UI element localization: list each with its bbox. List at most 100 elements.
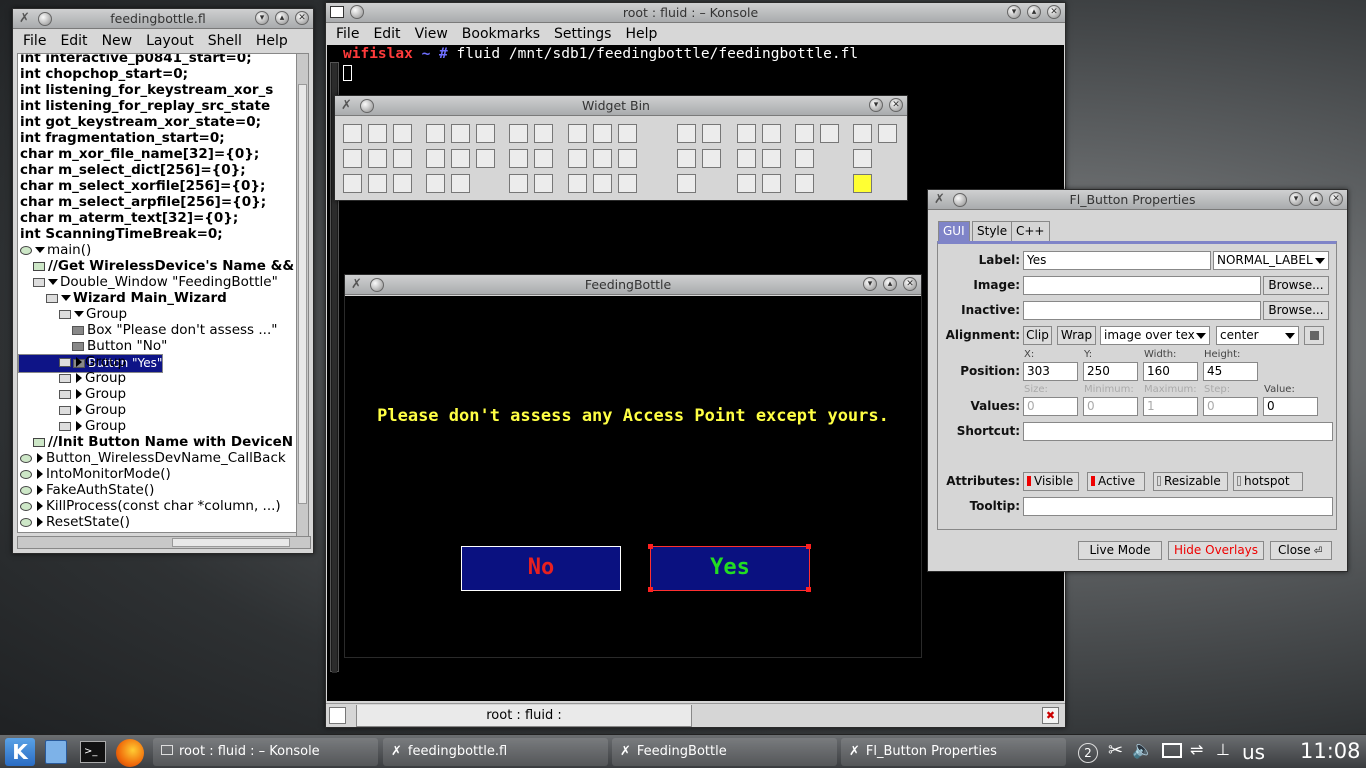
tree-item[interactable]: IntoMonitorMode() [18,466,300,482]
palette-widget-icon[interactable] [509,174,528,193]
close-icon[interactable]: ✕ [903,277,917,291]
tree-item[interactable]: char m_select_arpfile[256]={0}; [18,194,300,210]
palette-widget-icon[interactable] [702,124,721,143]
palette-widget-icon[interactable] [618,149,637,168]
collapsed-triangle-icon[interactable] [76,421,82,431]
menu-view[interactable]: View [409,23,454,45]
menu-settings[interactable]: Settings [548,23,617,45]
collapsed-triangle-icon[interactable] [37,469,43,479]
menu-file[interactable]: File [330,23,365,45]
tree-item[interactable]: Group [18,306,300,322]
tab-cpp[interactable]: C++ [1011,221,1050,241]
close-icon[interactable]: ✕ [889,98,903,112]
visible-toggle[interactable]: Visible [1023,472,1079,491]
tree-item[interactable]: int got_keystream_xor_state=0; [18,114,300,130]
minimize-icon[interactable]: ▾ [863,277,877,291]
collapsed-triangle-icon[interactable] [76,389,82,399]
palette-widget-icon[interactable] [476,124,495,143]
tree-item[interactable]: Wizard Main_Wizard [18,290,300,306]
tree-item[interactable]: int ScanningTimeBreak=0; [18,226,300,242]
palette-widget-icon[interactable] [618,124,637,143]
palette-widget-icon[interactable] [368,174,387,193]
palette-widget-icon[interactable] [509,149,528,168]
task-feedingbottle-fl[interactable]: ✗ feedingbottle.fl [383,738,608,766]
kde-menu-icon[interactable]: K [5,738,35,766]
expanded-triangle-icon[interactable] [48,279,58,285]
tab-gui[interactable]: GUI [938,221,970,241]
minimize-icon[interactable]: ▾ [1289,192,1303,206]
tree-item[interactable]: char m_select_dict[256]={0}; [18,162,300,178]
palette-widget-icon[interactable] [343,149,362,168]
collapsed-triangle-icon[interactable] [37,453,43,463]
palette-widget-icon[interactable] [593,149,612,168]
palette-widget-icon[interactable] [568,124,587,143]
wrap-button[interactable]: Wrap [1057,326,1096,345]
palette-widget-icon[interactable] [451,124,470,143]
resizable-toggle[interactable]: Resizable [1153,472,1228,491]
tree-item[interactable]: char m_xor_file_name[32]={0}; [18,146,300,162]
palette-widget-icon[interactable] [368,124,387,143]
palette-widget-icon[interactable] [795,149,814,168]
desktop-switcher[interactable]: 2 [1078,743,1098,763]
palette-widget-icon[interactable] [393,174,412,193]
menu-edit[interactable]: Edit [54,30,93,52]
y-input[interactable]: 250 [1083,362,1138,381]
fluid-titlebar[interactable]: ✗ feedingbottle.fl ▾ ▴ ✕ [13,9,313,29]
tree-item[interactable]: //Init Button Name with DeviceN [18,434,300,450]
feedingbottle-titlebar[interactable]: ✗ FeedingBottle ▾ ▴ ✕ [345,275,921,295]
usb-icon[interactable]: ⇌ [1190,740,1203,759]
window-menu-icon[interactable] [953,192,967,207]
image-align-select[interactable]: image over tex [1100,326,1210,345]
vscroll-thumb[interactable] [298,84,307,504]
tree-item[interactable]: int listening_for_keystream_xor_s [18,82,300,98]
maximize-icon[interactable]: ▴ [883,277,897,291]
tree-item[interactable]: //Get WirelessDevice's Name && [18,258,300,274]
tree-item[interactable]: Double_Window "FeedingBottle" [18,274,300,290]
hscroll-thumb[interactable] [172,538,290,547]
clock[interactable]: 11:08 [1300,739,1361,763]
close-tab-icon[interactable]: ✖ [1042,707,1059,724]
konsole-titlebar[interactable]: root : fluid : – Konsole ▾ ▴ ✕ [326,3,1065,23]
menu-help[interactable]: Help [619,23,663,45]
menu-new[interactable]: New [96,30,139,52]
file-manager-icon[interactable] [45,740,67,764]
tree-item[interactable]: Button "No" [18,338,300,354]
palette-widget-icon[interactable] [677,149,696,168]
minimize-icon[interactable]: ▾ [869,98,883,112]
menu-shell[interactable]: Shell [202,30,248,52]
menu-file[interactable]: File [17,30,52,52]
keyboard-layout[interactable]: us [1242,740,1265,764]
tree-item[interactable]: int fragmentation_start=0; [18,130,300,146]
palette-widget-icon[interactable] [393,124,412,143]
label-type-select[interactable]: NORMAL_LABEL [1213,251,1329,270]
task-feedingbottle[interactable]: ✗ FeedingBottle [612,738,837,766]
inactive-browse-button[interactable]: Browse... [1263,301,1329,320]
align-toggle-button[interactable] [1304,326,1324,345]
hide-overlays-button[interactable]: Hide Overlays [1168,541,1264,560]
palette-widget-icon[interactable] [853,149,872,168]
tree-item[interactable]: char m_aterm_text[32]={0}; [18,210,300,226]
expanded-triangle-icon[interactable] [61,295,71,301]
close-icon[interactable]: ✕ [1329,192,1343,206]
collapsed-triangle-icon[interactable] [76,357,82,367]
palette-widget-icon[interactable] [762,124,781,143]
maximize-icon[interactable]: ▴ [1309,192,1323,206]
tree-item[interactable]: Group [18,386,300,402]
active-toggle[interactable]: Active [1087,472,1145,491]
close-icon[interactable]: ✕ [295,11,309,25]
palette-widget-icon[interactable] [368,149,387,168]
palette-widget-icon[interactable] [737,124,756,143]
menu-bookmarks[interactable]: Bookmarks [456,23,546,45]
value-input[interactable]: 0 [1263,397,1318,416]
palette-widget-icon[interactable] [820,124,839,143]
image-browse-button[interactable]: Browse... [1263,276,1329,295]
palette-widget-icon[interactable] [795,124,814,143]
palette-widget-icon[interactable] [737,149,756,168]
maximize-icon[interactable]: ▴ [1027,5,1041,19]
properties-titlebar[interactable]: ✗ Fl_Button Properties ▾ ▴ ✕ [928,190,1347,210]
tree-item[interactable]: Group [18,354,300,370]
palette-widget-icon[interactable] [451,149,470,168]
window-menu-icon[interactable] [350,5,364,19]
hotspot-toggle[interactable]: hotspot [1233,472,1303,491]
tree-item[interactable]: char m_select_xorfile[256]={0}; [18,178,300,194]
